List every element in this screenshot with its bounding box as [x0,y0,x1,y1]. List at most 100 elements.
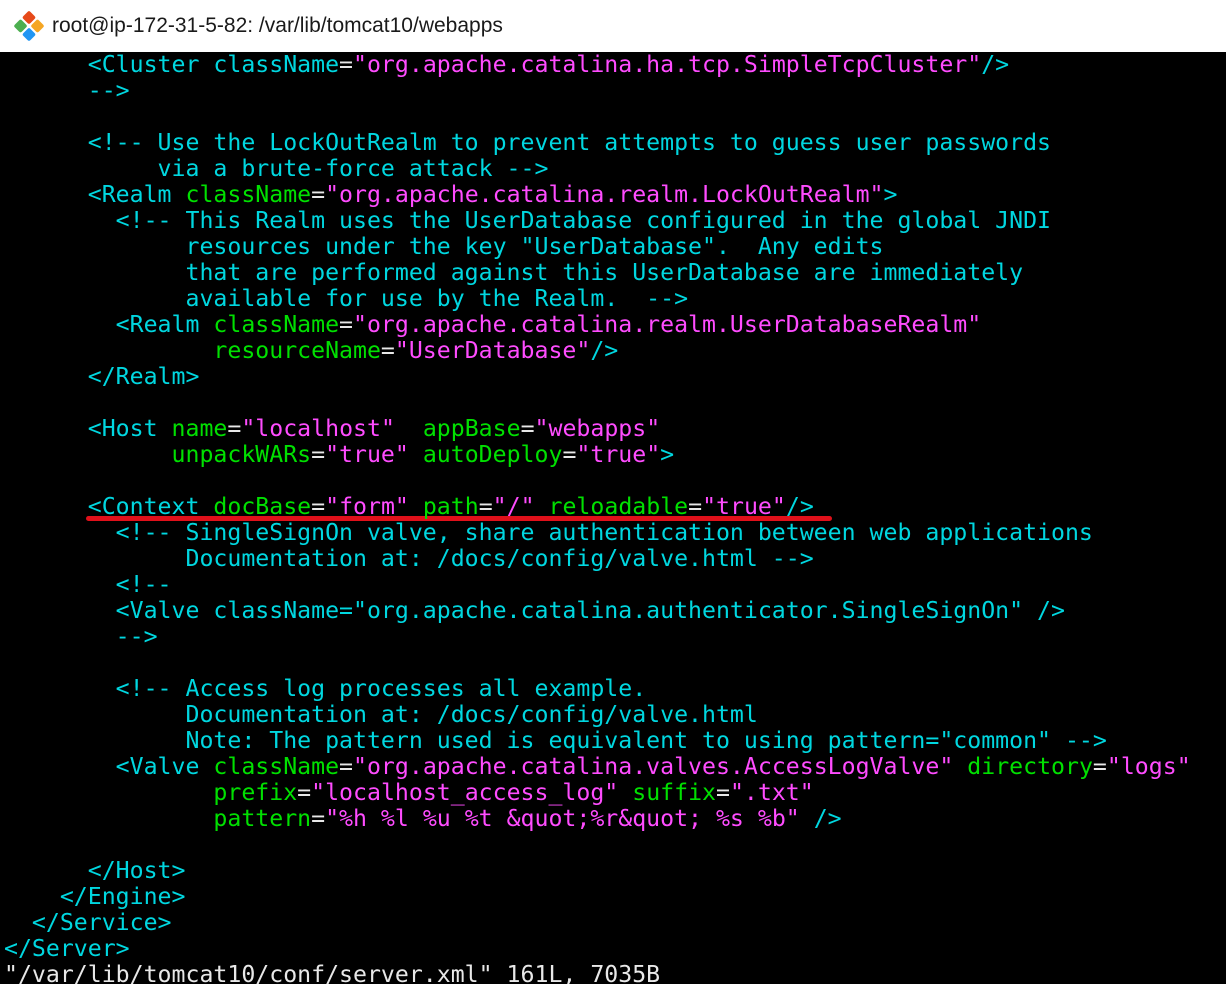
code-token: </Engine> [4,883,186,910]
code-token: "org.apache.catalina.valves.AccessLogVal… [353,753,954,780]
code-token: ".txt" [729,779,814,806]
terminal-buffer[interactable]: <Cluster className="org.apache.catalina.… [0,52,1226,984]
code-token: Documentation at: /docs/config/valve.htm… [4,701,758,728]
code-token: appBase [422,415,521,442]
terminal-line: <!-- Use the LockOutRealm to prevent att… [4,130,1051,156]
terminal-line: Note: The pattern used is equivalent to … [4,727,1107,754]
code-token: "localhost_access_log" [311,779,619,806]
code-token: = [227,415,242,442]
code-token: <Host [4,415,172,442]
code-token: = [380,337,395,364]
code-token: = [297,779,312,806]
window-title-bar: root@ip-172-31-5-82: /var/lib/tomcat10/w… [0,0,1226,52]
code-token: className [213,52,340,78]
code-token: = [339,753,354,780]
code-token: prefix [4,779,298,806]
code-token: <Context [4,493,214,520]
code-token: /> [590,337,619,364]
code-token: "org.apache.catalina.realm.UserDatabaseR… [353,311,982,338]
code-token: docBase [213,493,312,520]
terminal-line: --> [4,78,130,104]
terminal-line: <Host name="localhost" appBase="webapps" [4,416,660,442]
code-token: that are performed against this UserData… [4,259,1024,286]
code-token: "%h %l %u %t &quot;%r&quot; %s %b" [325,805,800,832]
terminal-line: "/var/lib/tomcat10/conf/server.xml" 161L… [4,962,660,984]
code-token: /> [981,52,1010,78]
code-token: unpackWARs [4,441,312,468]
code-token: name [171,415,228,442]
terminal-line: <!-- SingleSignOn valve, share authentic… [4,520,1093,546]
code-token: "true" [702,493,786,520]
terminal-line: <!-- Access log processes all example. [4,675,647,702]
code-token: <!-- Access log processes all example. [4,675,647,702]
code-token: </Host> [4,857,186,884]
code-token: = [478,493,493,520]
code-token: "/var/lib/tomcat10/conf/server.xml" 161L… [4,961,661,984]
code-token: Documentation at: /docs/config/valve.htm… [4,545,814,572]
terminal-line: that are performed against this UserData… [4,260,1023,286]
code-token: --> [4,623,158,650]
terminal-line: pattern="%h %l %u %t &quot;%r&quot; %s %… [4,805,841,832]
terminal-line: <Valve className="org.apache.catalina.va… [4,754,1191,780]
code-token: <Valve [4,753,214,780]
terminal-line: <Context docBase="form" path="/" reloada… [4,494,814,520]
code-token: "localhost" [241,415,395,442]
code-token: "/" [492,493,535,520]
code-token: available for use by the Realm. --> [4,285,689,312]
terminal-line: Documentation at: /docs/config/valve.htm… [4,545,814,572]
terminal-line: <Valve className="org.apache.catalina.au… [4,598,1065,624]
terminal-line: prefix="localhost_access_log" suffix=".t… [4,779,814,806]
code-token: "org.apache.catalina.realm.LockOutRealm" [325,181,884,208]
code-token: suffix [632,779,716,806]
code-token: via a brute-force attack --> [4,155,549,182]
terminal-line: </Service> [4,910,172,936]
code-token: "true" [325,441,409,468]
terminal-line: <!-- This Realm uses the UserDatabase co… [4,208,1051,234]
code-token: = [339,311,354,338]
terminal-line: </Engine> [4,883,186,910]
code-token: Note: The pattern used is equivalent to … [4,727,1107,754]
code-token: = [339,52,354,78]
terminal-line: --> [4,624,158,650]
code-token: = [311,181,326,208]
code-token: </Server> [4,935,130,962]
code-token: </Realm> [4,363,200,390]
code-token: > [883,181,898,208]
code-token: className [213,311,340,338]
code-token: = [311,441,326,468]
code-token: --> [4,77,130,104]
code-token: "form" [325,493,409,520]
code-token: resourceName [4,337,381,364]
code-token: "UserDatabase" [394,337,591,364]
terminal-line: </Realm> [4,363,200,390]
code-token: <!-- This Realm uses the UserDatabase co… [4,207,1052,234]
code-token: directory [967,753,1093,780]
terminal-line: Documentation at: /docs/config/valve.htm… [4,701,758,728]
terminal-line: <Realm className="org.apache.catalina.re… [4,311,982,338]
terminal-line: unpackWARs="true" autoDeploy="true"> [4,441,675,468]
code-token: = [311,493,326,520]
terminal-line: <Cluster className="org.apache.catalina.… [4,52,1009,78]
code-token: "logs" [1106,753,1191,780]
code-token: = [1092,753,1107,780]
code-token: "webapps" [534,415,661,442]
code-token: /> [785,493,814,520]
terminal-line: resourceName="UserDatabase"/> [4,338,618,364]
terminal-line: </Host> [4,857,186,884]
code-token: <!-- Use the LockOutRealm to prevent att… [4,129,1052,156]
code-token: = [311,805,326,832]
code-token: <!-- SingleSignOn valve, share authentic… [4,519,1093,546]
code-token: <!-- [4,571,172,598]
code-token: pattern [4,805,312,832]
code-token: path [422,493,479,520]
code-token: <Realm [4,181,186,208]
code-token: className [185,181,312,208]
code-token: reloadable [548,493,689,520]
code-token: > [660,441,675,468]
terminal-line: <!-- [4,572,172,598]
terminal-line: resources under the key "UserDatabase". … [4,234,883,260]
